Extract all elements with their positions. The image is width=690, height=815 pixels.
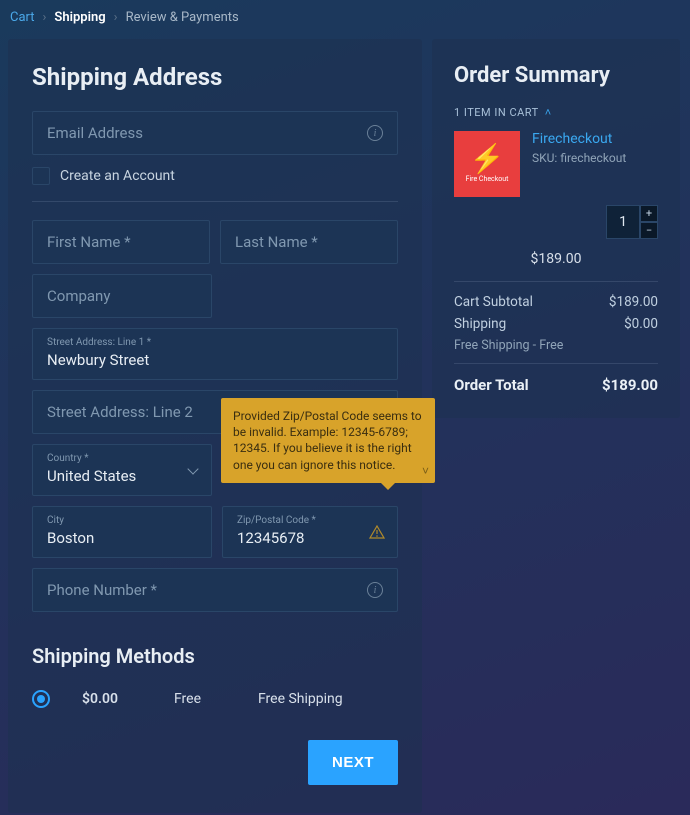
zip-field[interactable]: Zip/Postal Code * 12345678: [222, 506, 398, 558]
country-field[interactable]: Country * United States: [32, 444, 212, 496]
create-account-row[interactable]: Create an Account: [32, 167, 398, 185]
shipping-method-row[interactable]: $0.00 Free Free Shipping: [32, 690, 398, 708]
quantity-stepper[interactable]: 1 + −: [606, 205, 658, 239]
first-name-placeholder: First Name *: [47, 233, 131, 251]
shipping-subtext: Free Shipping - Free: [454, 338, 658, 353]
total-label: Order Total: [454, 376, 529, 394]
tooltip-close-icon[interactable]: ˅: [422, 463, 429, 479]
street-line1-value: Newbury Street: [47, 351, 149, 369]
street-line1-label: Street Address: Line 1 *: [47, 337, 383, 348]
shipping-method-radio[interactable]: [32, 690, 50, 708]
email-placeholder: Email Address: [47, 124, 143, 142]
shipping-methods-heading: Shipping Methods: [32, 644, 398, 668]
shipping-method-name: Free Shipping: [258, 691, 343, 707]
street-line2-placeholder: Street Address: Line 2: [47, 403, 193, 421]
next-button[interactable]: NEXT: [308, 740, 398, 785]
bolt-icon: ⚡: [470, 145, 505, 173]
zip-value: 12345678: [237, 529, 304, 547]
company-placeholder: Company: [47, 287, 110, 305]
shipping-panel: Shipping Address Email Address i Create …: [8, 39, 422, 813]
divider: [32, 201, 398, 202]
last-name-placeholder: Last Name *: [235, 233, 318, 251]
quantity-value[interactable]: 1: [606, 205, 640, 239]
cart-count-text: 1 ITEM IN CART: [454, 106, 539, 119]
subtotal-value: $189.00: [609, 294, 658, 310]
country-label: Country *: [47, 453, 197, 464]
breadcrumb: Cart › Shipping › Review & Payments: [0, 0, 690, 39]
zip-warning-tooltip: Provided Zip/Postal Code seems to be inv…: [221, 398, 435, 483]
shipping-label: Shipping: [454, 316, 506, 332]
city-label: City: [47, 515, 197, 526]
item-sku: SKU: firecheckout: [532, 151, 626, 165]
breadcrumb-sep: ›: [43, 10, 47, 25]
total-value: $189.00: [602, 376, 658, 394]
zip-warning-text: Provided Zip/Postal Code seems to be inv…: [233, 409, 422, 472]
create-account-label: Create an Account: [60, 168, 175, 184]
breadcrumb-shipping[interactable]: Shipping: [54, 10, 105, 25]
phone-placeholder: Phone Number *: [47, 581, 157, 599]
divider: [454, 363, 658, 364]
country-value: United States: [47, 467, 136, 485]
shipping-method-price: $0.00: [82, 691, 142, 707]
item-price: $189.00: [454, 251, 658, 267]
breadcrumb-sep: ›: [114, 10, 118, 25]
city-field[interactable]: City Boston: [32, 506, 212, 558]
info-icon[interactable]: i: [367, 582, 383, 598]
city-value: Boston: [47, 529, 94, 547]
info-icon[interactable]: i: [367, 125, 383, 141]
thumb-label: Fire Checkout: [466, 175, 509, 183]
item-thumbnail[interactable]: ⚡ Fire Checkout: [454, 131, 520, 197]
shipping-method-type: Free: [174, 691, 226, 707]
chevron-up-icon: ˄: [545, 106, 552, 119]
breadcrumb-cart[interactable]: Cart: [10, 10, 35, 25]
subtotal-label: Cart Subtotal: [454, 294, 533, 310]
order-summary-heading: Order Summary: [454, 63, 658, 88]
street-line1-field[interactable]: Street Address: Line 1 * Newbury Street: [32, 328, 398, 380]
page-title: Shipping Address: [32, 63, 398, 91]
shipping-value: $0.00: [624, 316, 658, 332]
create-account-checkbox[interactable]: [32, 167, 50, 185]
quantity-minus[interactable]: −: [640, 222, 658, 239]
cart-item-count[interactable]: 1 ITEM IN CART ˄: [454, 106, 658, 119]
divider: [454, 281, 658, 282]
last-name-field[interactable]: Last Name *: [220, 220, 398, 264]
company-field[interactable]: Company: [32, 274, 212, 318]
order-summary-panel: Order Summary 1 ITEM IN CART ˄ ⚡ Fire Ch…: [432, 39, 680, 418]
quantity-plus[interactable]: +: [640, 205, 658, 222]
first-name-field[interactable]: First Name *: [32, 220, 210, 264]
warning-icon: [369, 525, 385, 539]
cart-item: ⚡ Fire Checkout Firecheckout SKU: firech…: [454, 131, 658, 197]
item-name[interactable]: Firecheckout: [532, 131, 626, 147]
chevron-down-icon: [187, 463, 198, 474]
email-field[interactable]: Email Address i: [32, 111, 398, 155]
breadcrumb-review[interactable]: Review & Payments: [126, 10, 239, 25]
zip-label: Zip/Postal Code *: [237, 515, 383, 526]
phone-field[interactable]: Phone Number * i: [32, 568, 398, 612]
